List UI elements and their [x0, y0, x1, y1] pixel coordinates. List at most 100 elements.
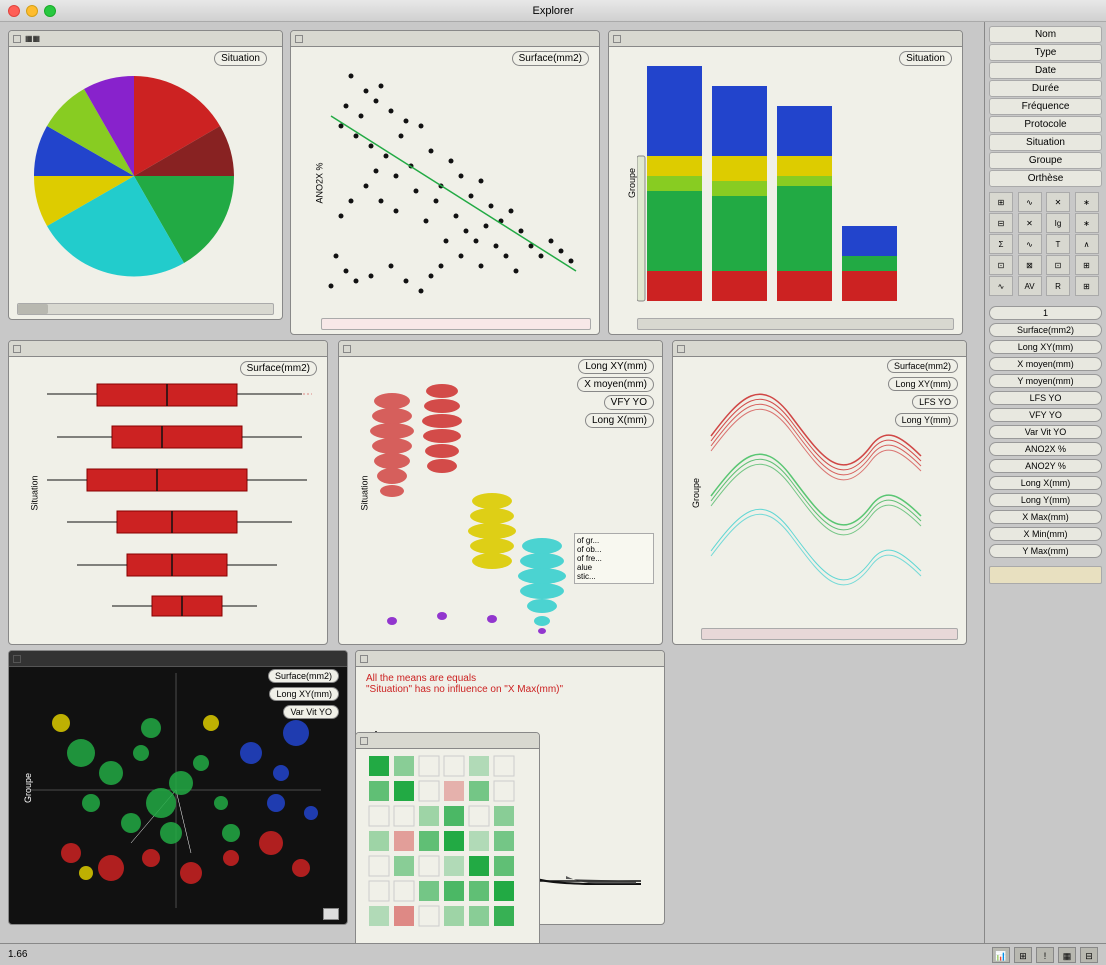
status-icon-chart[interactable]: 📊 — [992, 947, 1010, 963]
scatter-panel: Surface(mm2) ANO2X % — [290, 30, 600, 335]
bubble-svg — [31, 673, 321, 908]
pie-chart-panel: ▦▦ Situation — [8, 30, 283, 320]
lines-panel-corner — [677, 345, 685, 353]
var-x-moyen[interactable]: X moyen(mm) — [989, 357, 1102, 371]
var-y-max[interactable]: Y Max(mm) — [989, 544, 1102, 558]
status-icon-zoom[interactable]: ⊟ — [1080, 947, 1098, 963]
sidebar-menu-type[interactable]: Type — [989, 44, 1102, 61]
matrix-panel-header — [356, 733, 539, 749]
violin-legend-4: Long X(mm) — [585, 413, 654, 428]
var-lfs-yo[interactable]: LFS YO — [989, 391, 1102, 405]
chart-icon-11[interactable]: T — [1046, 234, 1070, 254]
status-icons: 📊 ⊞ ! ▦ ⊟ — [990, 947, 1098, 963]
anova-message-line2: "Situation" has no influence on "X Max(m… — [366, 684, 654, 695]
panels-area: ▦▦ Situation — [0, 22, 985, 943]
minimize-button[interactable] — [26, 5, 38, 17]
chart-icon-2[interactable]: ∿ — [1018, 192, 1042, 212]
var-ano2x[interactable]: ANO2X % — [989, 442, 1102, 456]
lines-scrollbar[interactable] — [701, 628, 958, 640]
anova-panel-header — [356, 651, 664, 667]
boxplot-svg — [37, 366, 322, 636]
anova-panel-corner — [360, 655, 368, 663]
bubble-panel-corner — [13, 655, 21, 663]
lines-panel: Groupe Surface(mm2) Long XY(mm) LFS YO L… — [672, 340, 967, 645]
titlebar: Explorer — [0, 0, 1106, 22]
var-long-x[interactable]: Long X(mm) — [989, 476, 1102, 490]
var-y-moyen[interactable]: Y moyen(mm) — [989, 374, 1102, 388]
bar-y-axis-label: Groupe — [627, 167, 637, 197]
matrix-svg — [364, 751, 534, 936]
main-area: ▦▦ Situation — [0, 22, 1106, 943]
var-x-max[interactable]: X Max(mm) — [989, 510, 1102, 524]
lines-y-axis-label: Groupe — [691, 477, 701, 507]
chart-icon-3[interactable]: ✕ — [1046, 192, 1070, 212]
chart-icon-19[interactable]: R — [1046, 276, 1070, 296]
maximize-button[interactable] — [44, 5, 56, 17]
violin-panel: Situation Long XY(mm) X moyen(mm) VFY YO… — [338, 340, 663, 645]
var-long-xy[interactable]: Long XY(mm) — [989, 340, 1102, 354]
sidebar-menu-situation[interactable]: Situation — [989, 134, 1102, 151]
chart-icon-16[interactable]: ⊞ — [1075, 255, 1099, 275]
var-var-vit-yo[interactable]: Var Vit YO — [989, 425, 1102, 439]
status-icon-table[interactable]: ▦ — [1058, 947, 1076, 963]
sidebar-menu-date[interactable]: Date — [989, 62, 1102, 79]
bar-panel-corner — [613, 35, 621, 43]
violin-panel-corner — [343, 345, 351, 353]
sidebar-menu-orthese[interactable]: Orthèse — [989, 170, 1102, 187]
var-1[interactable]: 1 — [989, 306, 1102, 320]
chart-icon-5[interactable]: ⊟ — [989, 213, 1013, 233]
bubble-corner-indicator — [323, 908, 339, 920]
chart-icon-9[interactable]: Σ — [989, 234, 1013, 254]
chart-icon-17[interactable]: ∿ — [989, 276, 1013, 296]
chart-icon-4[interactable]: ∗ — [1075, 192, 1099, 212]
var-surface[interactable]: Surface(mm2) — [989, 323, 1102, 337]
anova-message: All the means are equals "Situation" has… — [366, 673, 654, 695]
lines-svg — [701, 361, 931, 631]
chart-icon-7[interactable]: Ig — [1046, 213, 1070, 233]
bar-scrollbar[interactable] — [637, 318, 954, 330]
chart-icon-15[interactable]: ⊡ — [1046, 255, 1070, 275]
sidebar-menu-duree[interactable]: Durée — [989, 80, 1102, 97]
var-vfy-yo[interactable]: VFY YO — [989, 408, 1102, 422]
scatter-svg — [321, 56, 586, 311]
lines-panel-header — [673, 341, 966, 357]
boxplot-panel-header — [9, 341, 327, 357]
sidebar: Nom Type Date Durée Fréquence Protocole … — [984, 22, 1106, 943]
chart-icon-8[interactable]: ∗ — [1075, 213, 1099, 233]
var-ano2y[interactable]: ANO2Y % — [989, 459, 1102, 473]
anova-message-line1: All the means are equals — [366, 673, 654, 684]
sidebar-menu-groupe[interactable]: Groupe — [989, 152, 1102, 169]
chart-icon-12[interactable]: ∧ — [1075, 234, 1099, 254]
sidebar-menu-protocole[interactable]: Protocole — [989, 116, 1102, 133]
scatter-panel-header — [291, 31, 599, 47]
app-title: Explorer — [533, 5, 574, 17]
chart-icon-6[interactable]: ✕ — [1018, 213, 1042, 233]
close-button[interactable] — [8, 5, 20, 17]
boxplot-panel: Surface(mm2) Situation — [8, 340, 328, 645]
boxplot-panel-corner — [13, 345, 21, 353]
panel-corner-icon — [13, 35, 21, 43]
violin-legend-3: VFY YO — [604, 395, 654, 410]
chart-icon-13[interactable]: ⊡ — [989, 255, 1013, 275]
sidebar-menu-frequence[interactable]: Fréquence — [989, 98, 1102, 115]
matrix-panel-corner — [360, 737, 368, 745]
bubble-panel-header — [9, 651, 347, 667]
scatter-scrollbar[interactable] — [321, 318, 591, 330]
status-icon-exclaim[interactable]: ! — [1036, 947, 1054, 963]
pie-scrollbar[interactable] — [17, 303, 274, 315]
bar-svg — [637, 56, 952, 311]
chart-icon-14[interactable]: ⊠ — [1018, 255, 1042, 275]
chart-icon-1[interactable]: ⊞ — [989, 192, 1013, 212]
var-x-min[interactable]: X Min(mm) — [989, 527, 1102, 541]
chart-icon-18[interactable]: AV — [1018, 276, 1042, 296]
pie-panel-header: ▦▦ — [9, 31, 282, 47]
var-long-y[interactable]: Long Y(mm) — [989, 493, 1102, 507]
status-icon-grid[interactable]: ⊞ — [1014, 947, 1032, 963]
bubble-panel: Groupe Surface(mm2) Long XY(mm) Var Vit … — [8, 650, 348, 925]
violin-panel-header — [339, 341, 662, 357]
chart-icon-10[interactable]: ∿ — [1018, 234, 1042, 254]
statusbar: 1.66 📊 ⊞ ! ▦ ⊟ — [0, 943, 1106, 965]
sidebar-menu-nom[interactable]: Nom — [989, 26, 1102, 43]
chart-icon-20[interactable]: ⊞ — [1075, 276, 1099, 296]
bar-chart-panel: Situation Groupe — [608, 30, 963, 335]
